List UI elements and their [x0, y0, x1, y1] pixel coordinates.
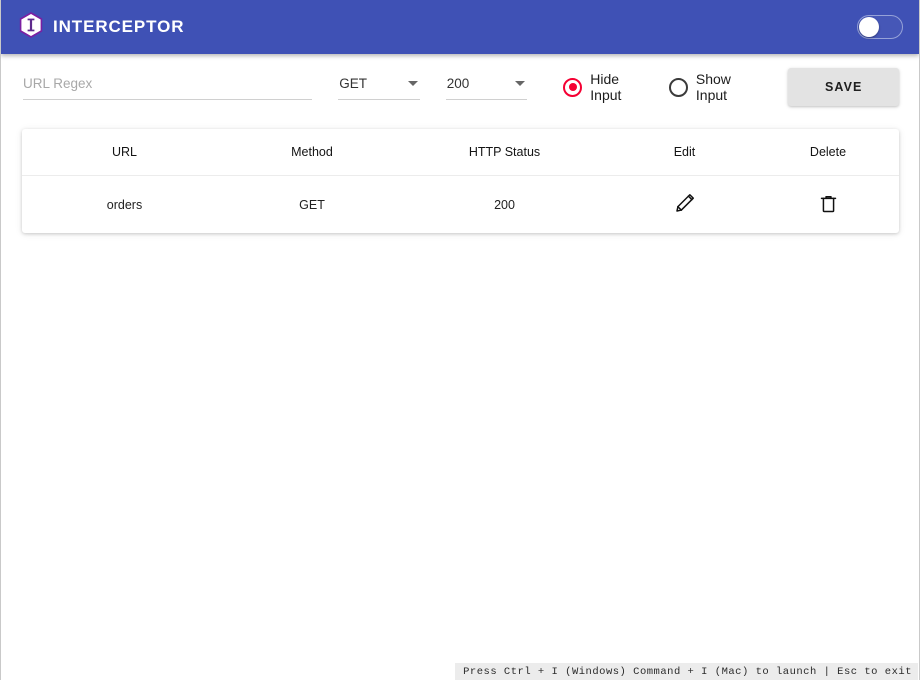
- edit-rule-button[interactable]: [674, 193, 695, 214]
- input-mode-radio-group: Hide Input Show Input: [563, 71, 760, 103]
- app-header-bar: INTERCEPTOR: [1, 0, 919, 54]
- column-header-delete: Delete: [809, 145, 847, 159]
- cell-status: 200: [494, 197, 515, 212]
- radio-show-input-label: Show Input: [695, 71, 731, 103]
- save-button[interactable]: SAVE: [788, 68, 899, 106]
- table-row: orders GET 200: [22, 176, 899, 233]
- cell-delete: [757, 193, 899, 217]
- cell-url: orders: [106, 197, 143, 212]
- http-status-select[interactable]: 200: [445, 74, 528, 100]
- brand: INTERCEPTOR: [19, 11, 185, 43]
- pencil-icon: [674, 193, 695, 217]
- toggle-knob: [859, 17, 879, 37]
- rules-table: URL Method HTTP Status Edit Delete order…: [22, 129, 899, 233]
- hexagon-i-logo-icon: [19, 11, 43, 43]
- column-header-method: Method: [291, 145, 333, 159]
- cell-method: GET: [299, 197, 325, 212]
- interceptor-enable-toggle[interactable]: [857, 15, 903, 39]
- column-header-status: HTTP Status: [468, 145, 541, 159]
- app-title: INTERCEPTOR: [53, 17, 185, 36]
- method-select[interactable]: GET: [338, 74, 420, 100]
- radio-hide-input[interactable]: Hide Input: [563, 71, 649, 103]
- radio-show-input[interactable]: Show Input: [668, 71, 761, 103]
- cell-edit: [612, 193, 757, 217]
- method-select-value[interactable]: GET: [338, 74, 420, 100]
- radio-unselected-icon: [668, 77, 688, 97]
- app-window: INTERCEPTOR GET 200 Hide Input Show Inpu…: [0, 0, 920, 680]
- radio-selected-icon: [563, 77, 583, 97]
- radio-hide-input-label: Hide Input: [590, 71, 622, 103]
- http-status-select-value[interactable]: 200: [445, 74, 528, 100]
- column-header-url: URL: [111, 145, 137, 159]
- keyboard-shortcut-hint: Press Ctrl + I (Windows) Command + I (Ma…: [455, 663, 918, 680]
- rule-form-toolbar: GET 200 Hide Input Show Input SAVE: [1, 54, 919, 120]
- trash-icon: [818, 195, 839, 217]
- table-header-row: URL Method HTTP Status Edit Delete: [22, 129, 899, 176]
- delete-rule-button[interactable]: [818, 193, 839, 214]
- url-regex-input[interactable]: [23, 74, 313, 100]
- column-header-edit: Edit: [673, 145, 696, 159]
